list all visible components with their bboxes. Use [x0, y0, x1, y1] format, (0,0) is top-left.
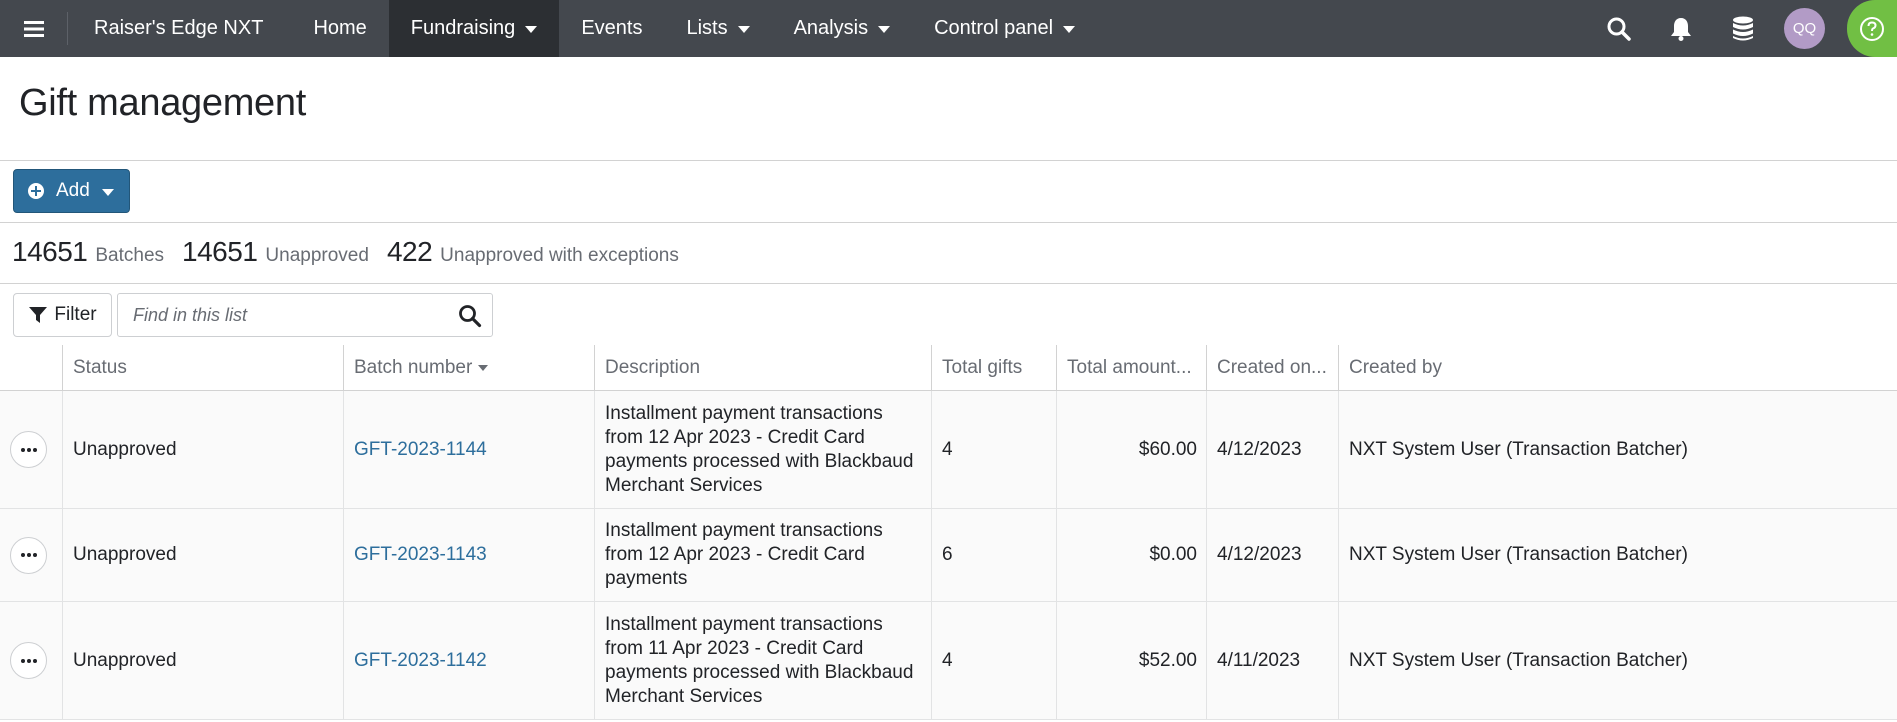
nav-item-lists[interactable]: Lists	[664, 0, 771, 57]
summary-count-exceptions: 422	[386, 236, 433, 267]
ellipsis-icon	[20, 553, 25, 557]
add-button[interactable]: Add	[13, 169, 130, 213]
nav-utilities: QQ	[1588, 0, 1897, 57]
summary-label-batches: Batches	[95, 245, 165, 266]
column-label: Status	[73, 357, 127, 378]
row-actions-cell	[0, 509, 63, 601]
description-cell: Installment payment transactions from 12…	[595, 391, 932, 508]
nav-item-label: Events	[581, 17, 643, 39]
total-gifts-cell: 6	[932, 509, 1057, 601]
column-header-created-by[interactable]: Created by	[1339, 345, 1897, 391]
batch-number-link[interactable]: GFT-2023-1144	[344, 391, 595, 508]
row-actions-cell	[0, 602, 63, 719]
created-on-cell: 4/12/2023	[1207, 509, 1339, 601]
chevron-down-icon	[101, 188, 114, 196]
nav-item-home[interactable]: Home	[291, 0, 388, 57]
filter-button[interactable]: Filter	[13, 293, 112, 337]
search-icon[interactable]	[1588, 0, 1650, 57]
column-label: Batch number	[354, 357, 473, 378]
created-by-cell: NXT System User (Transaction Batcher)	[1349, 649, 1688, 671]
table-row: Unapproved GFT-2023-1143 Installment pay…	[0, 509, 1897, 602]
summary-label-unapproved: Unapproved	[265, 245, 369, 266]
created-on-cell: 4/12/2023	[1207, 391, 1339, 508]
table-row: Unapproved GFT-2023-1142 Installment pay…	[0, 602, 1897, 720]
top-navbar: Raiser's Edge NXT Home Fundraising Event…	[0, 0, 1897, 57]
batch-number-link[interactable]: GFT-2023-1143	[344, 509, 595, 601]
batch-number-link[interactable]: GFT-2023-1142	[344, 602, 595, 719]
total-gifts-cell: 4	[932, 602, 1057, 719]
summary-count-unapproved: 14651	[182, 236, 258, 267]
column-header-description[interactable]: Description	[595, 345, 932, 391]
column-label: Created by	[1349, 357, 1442, 378]
column-label: Total gifts	[942, 357, 1023, 378]
grid-header: Status Batch number Description Total gi…	[0, 345, 1897, 391]
database-icon[interactable]	[1712, 0, 1774, 57]
divider	[0, 222, 1897, 223]
status-cell: Unapproved	[63, 509, 344, 601]
total-amount-cell: $52.00	[1057, 602, 1207, 719]
more-options-button[interactable]	[10, 642, 47, 679]
nav-item-fundraising[interactable]: Fundraising	[388, 0, 560, 57]
description-cell: Installment payment transactions from 11…	[595, 602, 932, 719]
column-header-created-on[interactable]: Created on...	[1207, 345, 1339, 391]
column-header-status[interactable]: Status	[63, 345, 344, 391]
hamburger-menu-icon[interactable]	[0, 12, 68, 45]
status-cell: Unapproved	[63, 391, 344, 508]
question-icon[interactable]	[1847, 0, 1897, 57]
ellipsis-icon	[20, 447, 25, 452]
nav-item-label: Analysis	[793, 17, 869, 39]
add-button-label: Add	[56, 180, 90, 201]
column-header-total-gifts[interactable]: Total gifts	[932, 345, 1057, 391]
row-actions-cell	[0, 391, 63, 508]
bell-icon[interactable]	[1650, 0, 1712, 57]
column-header-batch-number[interactable]: Batch number	[344, 345, 595, 391]
nav-item-label: Control panel	[934, 17, 1054, 39]
column-header-actions	[0, 345, 63, 391]
more-options-button[interactable]	[10, 431, 47, 468]
created-by-cell: NXT System User (Transaction Batcher)	[1349, 438, 1688, 460]
column-label: Created on...	[1217, 357, 1327, 378]
sort-descending-icon	[478, 365, 489, 371]
created-by-cell: NXT System User (Transaction Batcher)	[1349, 544, 1688, 565]
search-icon[interactable]	[456, 302, 484, 330]
nav-item-events[interactable]: Events	[559, 0, 664, 57]
table-row: Unapproved GFT-2023-1144 Installment pay…	[0, 391, 1897, 509]
nav-item-control-panel[interactable]: Control panel	[912, 0, 1097, 57]
chevron-down-icon	[525, 26, 538, 33]
nav-item-analysis[interactable]: Analysis	[772, 0, 912, 57]
total-amount-cell: $60.00	[1057, 391, 1207, 508]
more-options-button[interactable]	[10, 536, 47, 574]
nav-item-label: Lists	[686, 17, 728, 39]
description-cell: Installment payment transactions from 12…	[595, 509, 932, 601]
filter-button-label: Filter	[54, 304, 97, 325]
column-label: Total amount...	[1067, 357, 1192, 378]
total-gifts-cell: 4	[932, 391, 1057, 508]
menu-icon	[23, 20, 44, 37]
chevron-down-icon	[1063, 26, 1076, 33]
plus-circle-icon	[28, 183, 44, 199]
divider	[0, 283, 1897, 284]
nav-item-label: Home	[313, 17, 367, 39]
status-cell: Unapproved	[63, 602, 344, 719]
created-on-cell: 4/11/2023	[1207, 602, 1339, 719]
summary-bar: 14651 Batches 14651 Unapproved 422 Unapp…	[12, 236, 697, 268]
chevron-down-icon	[878, 26, 891, 33]
batch-grid: Status Batch number Description Total gi…	[0, 345, 1897, 720]
summary-count-batches: 14651	[12, 236, 88, 267]
user-avatar[interactable]: QQ	[1784, 8, 1825, 49]
page-title: Gift management	[19, 82, 306, 124]
divider	[0, 160, 1897, 161]
nav-item-label: Fundraising	[410, 17, 516, 39]
chevron-down-icon	[737, 26, 750, 33]
product-brand[interactable]: Raiser's Edge NXT	[68, 17, 291, 40]
ellipsis-icon	[20, 658, 25, 663]
list-search	[117, 293, 493, 337]
column-header-total-amount[interactable]: Total amount...	[1057, 345, 1207, 391]
total-amount-cell: $0.00	[1057, 509, 1207, 601]
column-label: Description	[605, 357, 701, 378]
summary-label-exceptions: Unapproved with exceptions	[440, 245, 679, 266]
filter-icon	[29, 307, 48, 323]
search-input[interactable]	[118, 294, 438, 336]
